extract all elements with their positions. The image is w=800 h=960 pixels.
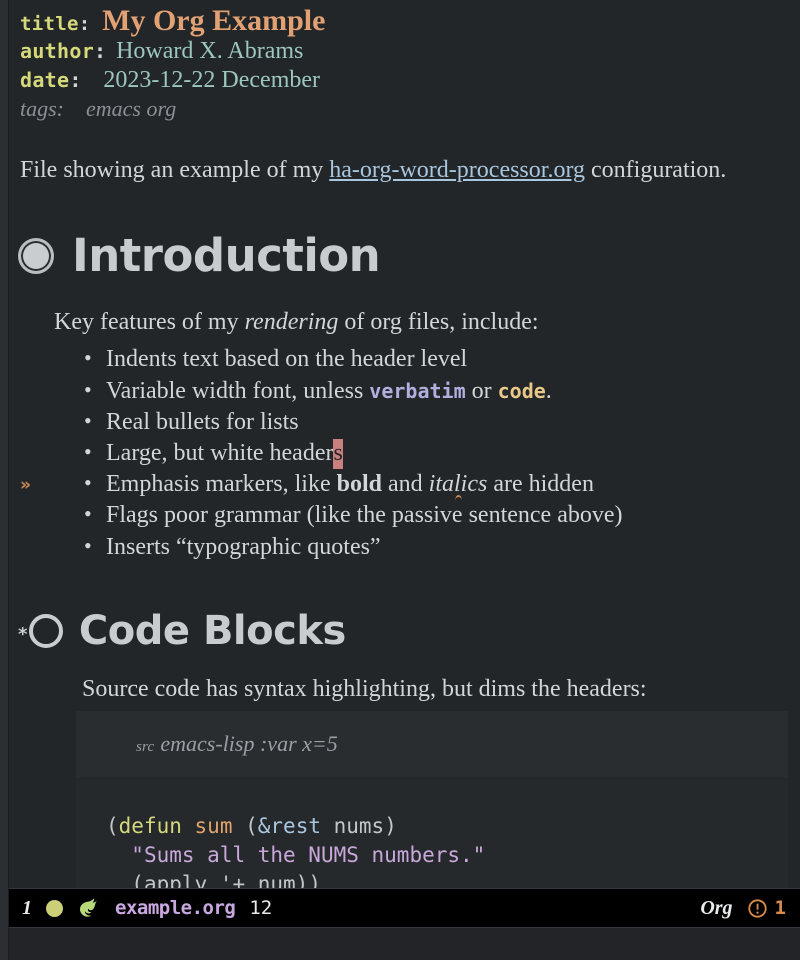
minibuffer[interactable]	[8, 928, 800, 960]
org-tags-line: tags: emacs org	[10, 96, 800, 122]
list-item: » Emphasis markers, like bold and italic…	[20, 469, 800, 500]
code-blocks-lead-paragraph: Source code has syntax highlighting, but…	[82, 675, 647, 702]
emacs-frame: title: My Org Example author: Howard X. …	[0, 0, 800, 960]
code-text: code	[497, 378, 546, 403]
code-line: (apply '+ num))	[131, 871, 321, 888]
code-line: (defun sum (&rest nums)	[106, 813, 397, 838]
tags-label: tags:	[20, 96, 64, 121]
feature-list: Indents text based on the header level V…	[20, 344, 800, 563]
heading-code-blocks-label: Code Blocks	[78, 607, 346, 654]
buffer-name[interactable]: example.org	[115, 897, 236, 919]
ring-filled-bullet-icon	[18, 237, 54, 274]
heading-code-blocks[interactable]: * Code Blocks	[10, 610, 800, 652]
heading-star-marker: *	[18, 623, 27, 645]
keyword-colon-title: :	[78, 13, 91, 35]
lead-part1: Key features of my	[54, 309, 245, 336]
bold-text: bold	[336, 471, 382, 498]
keyword-name-date: date	[20, 68, 70, 92]
list-item: Large, but white headers	[84, 438, 800, 469]
feature-text-1: Indents text based on the header level	[106, 346, 468, 373]
intro-text-before: File showing an example of my	[20, 157, 330, 183]
org-link-ha-org-word-processor[interactable]: ha-org-word-processor.org	[329, 157, 585, 183]
error-circle-icon	[747, 898, 767, 918]
heading-introduction-label: Introduction	[72, 229, 381, 282]
mode-line-right: Org 1	[700, 897, 786, 920]
list-item: Indents text based on the header level	[84, 344, 800, 375]
introduction-lead-paragraph: Key features of my rendering of org file…	[54, 307, 800, 338]
verbatim-text: verbatim	[369, 378, 466, 403]
heading-introduction[interactable]: Introduction	[10, 232, 800, 279]
list-item: Variable width font, unless verbatim or …	[84, 376, 800, 407]
document-title-value: My Org Example	[102, 4, 326, 37]
error-indicator[interactable]: 1	[747, 897, 786, 919]
src-block-header: src emacs-lisp :var x=5	[76, 711, 788, 777]
keyword-colon-date: :	[69, 68, 82, 92]
feature-text-5-post: are hidden	[487, 471, 594, 498]
src-begin-keyword: src	[136, 738, 155, 755]
document-date-value: 2023-12-22 December	[103, 67, 321, 93]
text-cursor: s	[333, 439, 343, 469]
feature-text-6: Flags poor grammar (like the passive sen…	[106, 502, 623, 529]
gnu-head-icon	[77, 897, 101, 919]
src-begin-args: emacs-lisp :var x=5	[160, 730, 338, 756]
org-src-block[interactable]: src emacs-lisp :var x=5 (defun sum (&rest…	[76, 710, 788, 888]
org-keyword-title: title: My Org Example	[10, 6, 800, 36]
error-count: 1	[774, 897, 786, 919]
lead-emphasis: rendering	[244, 309, 339, 336]
org-keyword-date: date: 2023-12-22 December	[10, 67, 800, 94]
lead-part2: of org files, include:	[338, 309, 539, 336]
ring-hollow-bullet-icon	[28, 613, 63, 648]
feature-text-2-post: .	[545, 377, 552, 404]
keyword-name-author: author	[20, 39, 95, 63]
modified-dot-icon[interactable]	[46, 899, 63, 917]
list-item: Inserts “typographic quotes”	[84, 532, 800, 563]
feature-text-5-mid: and	[382, 471, 429, 498]
feature-text-3: Real bullets for lists	[106, 408, 299, 435]
mode-line-left: 1 example.org 12	[22, 897, 700, 920]
keyword-name-title: title	[20, 13, 79, 35]
major-mode-label[interactable]: Org	[700, 897, 732, 920]
window-number: 1	[22, 896, 32, 919]
window-fringe-strip	[0, 0, 9, 960]
line-number-indicator: 12	[249, 897, 273, 919]
mode-line[interactable]: 1 example.org 12 Org 1	[8, 888, 800, 928]
document-author-value: Howard X. Abrams	[116, 38, 304, 64]
section-code-blocks-body: Source code has syntax highlighting, but…	[10, 674, 800, 888]
feature-text-5-pre: Emphasis markers, like	[106, 471, 337, 498]
feature-text-7: Inserts “typographic quotes”	[106, 533, 381, 560]
intro-text-after: configuration.	[585, 157, 727, 183]
org-keyword-author: author: Howard X. Abrams	[10, 38, 800, 65]
list-item: Real bullets for lists	[84, 407, 800, 438]
section-introduction-body: Key features of my rendering of org file…	[10, 307, 800, 563]
feature-text-2-mid: or	[465, 377, 498, 404]
fringe-continuation-marker: »	[20, 475, 31, 496]
feature-text-4-pre: Large, but white header	[106, 440, 334, 466]
keyword-colon-author: :	[94, 39, 107, 63]
code-line: "Sums all the NUMS numbers."	[131, 842, 486, 867]
list-item: Flags poor grammar (like the passive sen…	[84, 500, 800, 531]
tags-value: emacs org	[86, 96, 177, 121]
org-buffer[interactable]: title: My Org Example author: Howard X. …	[0, 0, 800, 888]
src-block-code[interactable]: (defun sum (&rest nums) "Sums all the NU…	[76, 776, 788, 888]
italic-text: italics	[428, 471, 488, 498]
intro-paragraph: File showing an example of my ha-org-wor…	[10, 155, 800, 185]
feature-text-2-pre: Variable width font, unless	[106, 377, 370, 404]
